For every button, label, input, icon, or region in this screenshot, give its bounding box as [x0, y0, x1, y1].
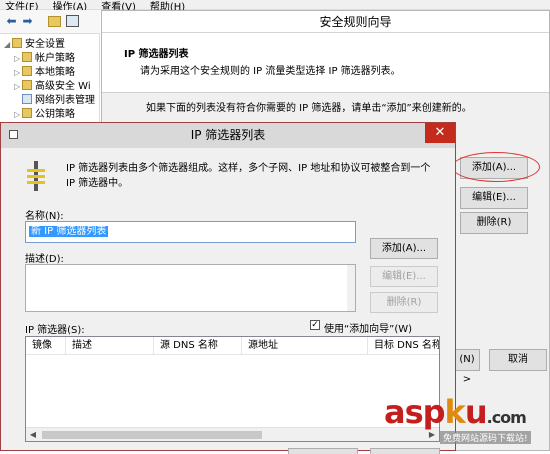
- folder-icon: [22, 108, 32, 118]
- description-scrollbar[interactable]: [347, 265, 355, 311]
- ip-filters-label: IP 筛选器(S):: [25, 325, 85, 336]
- wizard-title: 安全规则向导: [102, 11, 549, 33]
- folder-icon: [22, 66, 32, 76]
- ip-filters-list[interactable]: 镜像 描述 源 DNS 名称 源地址 目标 DNS 名称 ◀ ▶: [25, 336, 440, 442]
- name-input-value: 新 IP 筛选器列表: [29, 226, 109, 237]
- description-textarea[interactable]: [25, 264, 356, 312]
- security-folder-icon: [12, 38, 22, 48]
- dialog-description: IP 筛选器列表由多个筛选器组成。这样，多个子网、IP 地址和协议可被整合到一个…: [66, 163, 431, 189]
- folder-icon: [22, 80, 32, 90]
- wizard-header: IP 筛选器列表 请为采用这个安全规则的 IP 流量类型选择 IP 筛选器列表。: [102, 33, 549, 93]
- wizard-heading: IP 筛选器列表: [124, 49, 189, 60]
- console-icon[interactable]: [66, 15, 79, 27]
- wizard-edit-button[interactable]: 编辑(E)...: [460, 187, 528, 209]
- edit-button[interactable]: 编辑(E)...: [370, 266, 438, 287]
- column-source-address[interactable]: 源地址: [242, 337, 368, 355]
- forward-arrow-icon[interactable]: ➡: [20, 14, 35, 29]
- wizard-next-button[interactable]: (N) >: [454, 349, 480, 385]
- scroll-left-icon[interactable]: ◀: [27, 429, 39, 441]
- name-label: 名称(N):: [25, 211, 64, 222]
- tree-item-advanced-security[interactable]: ▷ 高级安全 Wi: [14, 80, 91, 93]
- column-source-dns[interactable]: 源 DNS 名称: [154, 337, 242, 355]
- highlight-circle: [452, 152, 540, 182]
- tree-item-public-key[interactable]: ▷ 公钥策略: [14, 108, 75, 121]
- tree-item-account-policies[interactable]: ▷ 帐户策略: [14, 52, 75, 65]
- list-icon: [22, 94, 32, 104]
- column-target-dns[interactable]: 目标 DNS 名称: [368, 337, 439, 355]
- watermark-logo: aspku.com: [384, 393, 527, 431]
- wizard-subheading: 请为采用这个安全规则的 IP 流量类型选择 IP 筛选器列表。: [140, 66, 401, 77]
- delete-button[interactable]: 删除(R): [370, 292, 438, 313]
- list-header: 镜像 描述 源 DNS 名称 源地址 目标 DNS 名称: [26, 337, 439, 355]
- watermark-subtitle: 免费网站源码下载站!: [440, 431, 531, 444]
- close-button[interactable]: ✕: [425, 123, 455, 143]
- window-icon: [9, 130, 18, 139]
- menu-bar: 文件(F) 操作(A) 查看(V) 帮助(H): [0, 0, 550, 13]
- use-wizard-checkbox[interactable]: ✓: [310, 320, 320, 330]
- wizard-cancel-button[interactable]: 取消: [489, 349, 547, 371]
- use-wizard-label: 使用“添加向导”(W): [324, 324, 413, 335]
- add-button[interactable]: 添加(A)...: [370, 238, 438, 259]
- console-tree: ◢ 安全设置 ▷ 帐户策略 ▷ 本地策略 ▷ 高级安全 Wi 网络列表管理 ▷ 公钥策略: [0, 34, 100, 129]
- ok-button[interactable]: [288, 448, 358, 454]
- column-mirror[interactable]: 镜像: [26, 337, 66, 355]
- description-label: 描述(D):: [25, 254, 64, 265]
- wizard-delete-button[interactable]: 删除(R): [460, 212, 528, 234]
- back-arrow-icon[interactable]: ⬅: [4, 14, 19, 29]
- cancel-button[interactable]: [370, 448, 440, 454]
- folder-icon: [22, 52, 32, 62]
- scroll-thumb[interactable]: [42, 431, 262, 439]
- filter-list-icon: [27, 161, 45, 191]
- dialog-title: IP 筛选器列表: [1, 123, 455, 148]
- tree-item-network-list[interactable]: 网络列表管理: [14, 94, 95, 107]
- toolbar: ⬅ ➡: [0, 10, 100, 34]
- tree-item-security-settings[interactable]: ◢ 安全设置: [4, 38, 65, 51]
- tree-item-local-policies[interactable]: ▷ 本地策略: [14, 66, 75, 79]
- horizontal-scrollbar[interactable]: ◀ ▶: [26, 427, 439, 441]
- column-description[interactable]: 描述: [66, 337, 154, 355]
- name-input[interactable]: 新 IP 筛选器列表: [25, 221, 356, 243]
- wizard-instruction: 如果下面的列表没有符合你需要的 IP 筛选器，请单击“添加”来创建新的。: [146, 103, 472, 114]
- folder-icon[interactable]: [48, 16, 61, 27]
